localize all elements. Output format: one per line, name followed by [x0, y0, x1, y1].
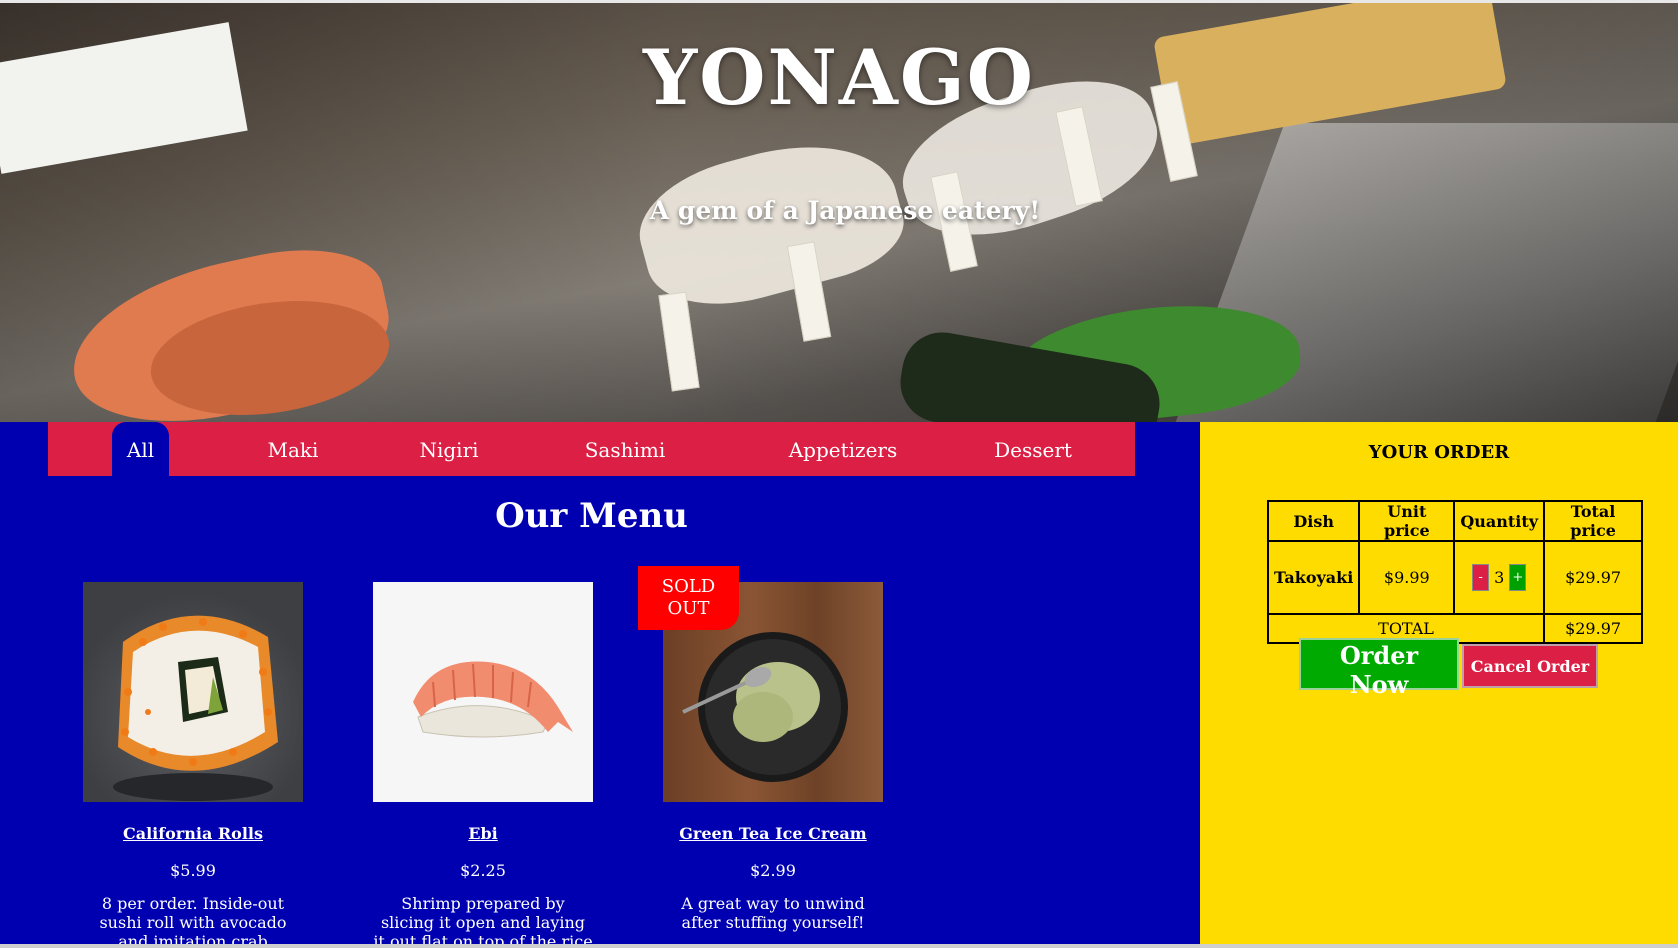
hero-banner: YONAGO A gem of a Japanese eatery! [0, 3, 1678, 422]
menu-item-price: $2.25 [460, 861, 506, 880]
quantity-value: 3 [1494, 568, 1505, 587]
sold-out-badge: SOLD OUT [638, 566, 739, 630]
tab-maki[interactable]: Maki [248, 422, 338, 476]
ebi-image[interactable] [373, 582, 593, 802]
total-value: $29.97 [1543, 613, 1644, 644]
site-tagline: A gem of a Japanese eatery! [649, 196, 1041, 225]
site-title: YONAGO [643, 33, 1035, 122]
decrease-quantity-button[interactable]: - [1472, 564, 1490, 591]
menu-item-price: $2.99 [750, 861, 796, 880]
tab-nigiri[interactable]: Nigiri [404, 422, 494, 476]
order-dish: Takoyaki [1266, 540, 1361, 615]
column-header-dish: Dish [1266, 500, 1361, 542]
tab-dessert[interactable]: Dessert [973, 422, 1093, 476]
tab-appetizers[interactable]: Appetizers [768, 422, 918, 476]
menu-item-name[interactable]: California Rolls [73, 824, 313, 843]
column-header-quantity: Quantity [1453, 500, 1546, 542]
order-panel: YOUR ORDER Dish Unit price Quantity Tota… [1200, 422, 1678, 948]
table-row: Takoyaki $9.99 -3 + $29.97 [1266, 540, 1644, 615]
column-header-total-price: Total price [1543, 500, 1644, 542]
cancel-order-button[interactable]: Cancel Order [1462, 644, 1598, 688]
tab-all[interactable]: All [112, 422, 169, 476]
menu-item-price: $5.99 [170, 861, 216, 880]
order-heading: YOUR ORDER [1368, 442, 1510, 463]
category-nav: All Maki Nigiri Sashimi Appetizers Desse… [48, 422, 1135, 476]
menu-item-description: 8 per order. Inside-out sushi roll with … [99, 894, 287, 948]
order-now-button[interactable]: Order Now [1299, 638, 1459, 699]
order-unit-price: $9.99 [1358, 540, 1456, 615]
menu-section: All Maki Nigiri Sashimi Appetizers Desse… [0, 422, 1200, 948]
california-roll-icon [113, 615, 278, 801]
shrimp-icon [413, 661, 573, 738]
menu-item-description: A great way to unwind after stuffing you… [681, 894, 865, 932]
quantity-stepper: -3 + [1453, 540, 1546, 615]
order-line-total: $29.97 [1543, 540, 1644, 615]
menu-item-card: Ebi $2.25 Shrimp prepared by slicing it … [363, 582, 603, 948]
menu-item-description: Shrimp prepared by slicing it open and l… [373, 894, 593, 948]
menu-item-name[interactable]: Ebi [363, 824, 603, 843]
column-header-unit-price: Unit price [1358, 500, 1456, 542]
increase-quantity-button[interactable]: + [1509, 564, 1527, 591]
order-table: Dish Unit price Quantity Total price Tak… [1266, 500, 1644, 644]
tab-sashimi[interactable]: Sashimi [570, 422, 680, 476]
california-roll-image[interactable] [83, 582, 303, 802]
bottom-border [0, 944, 1678, 948]
menu-item-card: Green Tea Ice Cream $2.99 A great way to… [653, 582, 893, 932]
menu-heading: Our Menu [495, 496, 688, 536]
menu-item-card: California Rolls $5.99 8 per order. Insi… [73, 582, 313, 948]
hero-price-tag [658, 291, 700, 392]
menu-item-name[interactable]: Green Tea Ice Cream [653, 824, 893, 843]
